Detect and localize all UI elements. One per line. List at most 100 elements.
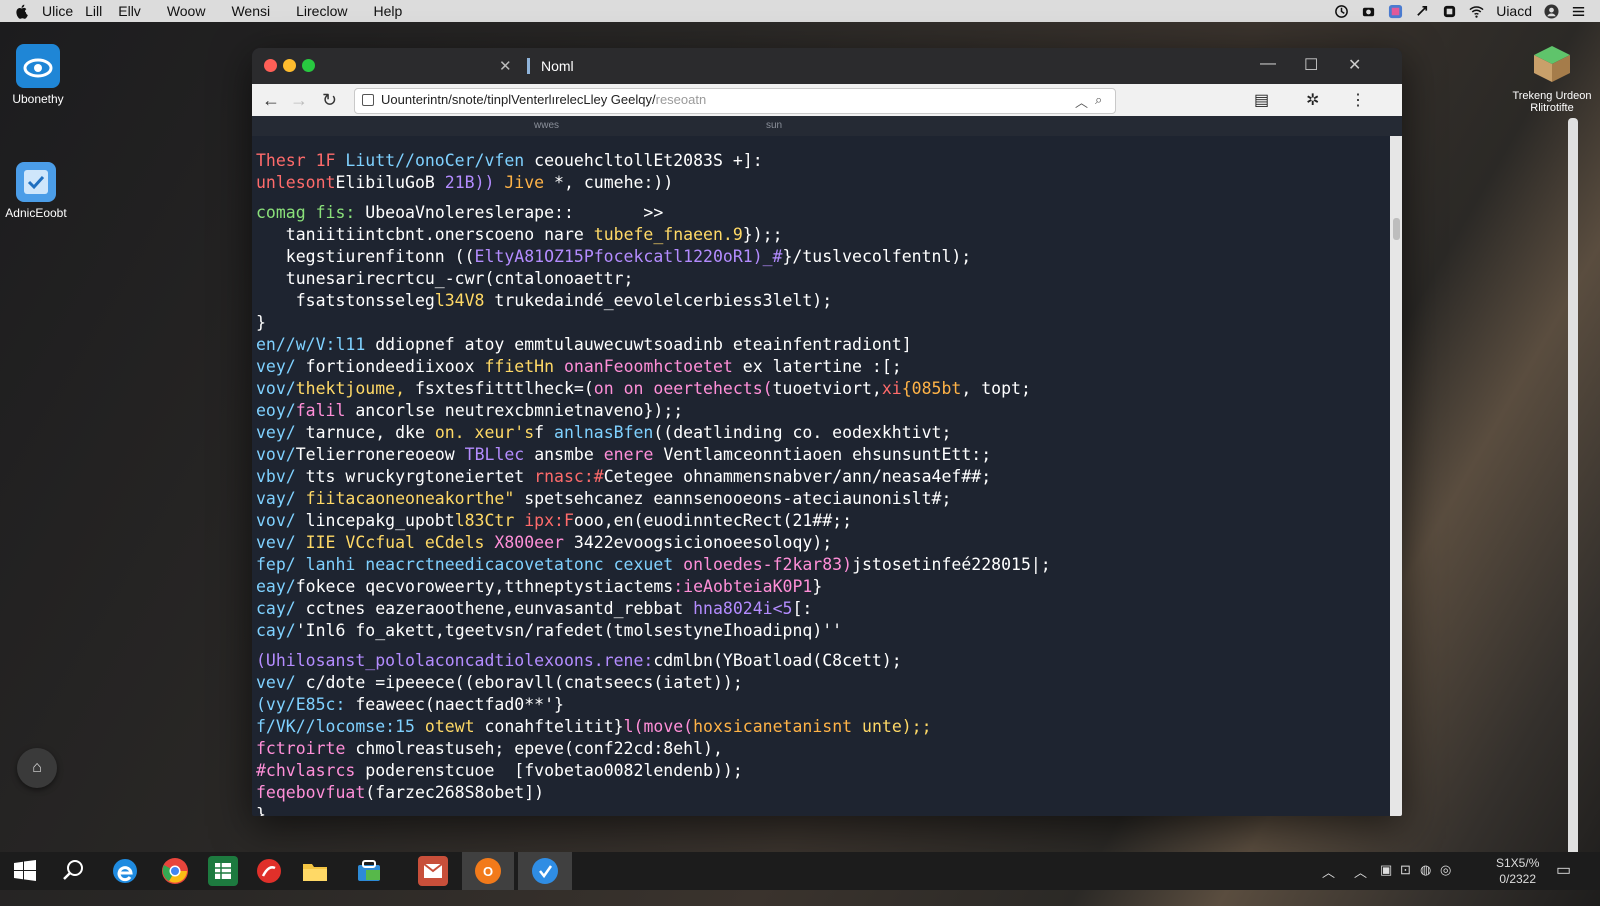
code-line[interactable]: eay/fokece qecvoroweerty,tthneptystiacte…: [256, 576, 1370, 598]
pdf-icon[interactable]: [254, 856, 284, 886]
minimize-icon[interactable]: —: [1260, 55, 1276, 73]
code-line[interactable]: taniitiintcbnt.onerscoeno nare tubefe_fn…: [256, 224, 1370, 246]
code-line[interactable]: comag fis: UbeoaVnolereslerape:: >>: [256, 202, 1370, 224]
scrollbar-thumb[interactable]: [1393, 218, 1400, 240]
close-window-button[interactable]: [264, 59, 277, 72]
menu-lines-icon[interactable]: [1571, 4, 1586, 19]
menu-item-5[interactable]: Wensi: [231, 3, 270, 19]
tab-close-icon[interactable]: ✕: [499, 57, 512, 75]
code-line[interactable]: cay/ cctnes eazeraoothene,eunvasantd_reb…: [256, 598, 1370, 620]
address-bar[interactable]: Uounterintn/snote/tinplVenterlırelecLley…: [354, 88, 1116, 114]
code-token: hna8024i<5: [693, 599, 793, 618]
close-icon[interactable]: ✕: [1348, 55, 1361, 75]
sync-icon[interactable]: [1415, 4, 1430, 19]
code-line[interactable]: fctroirte chmolreastuseh; epeve(conf22cd…: [256, 738, 1370, 760]
tray-expand-icon[interactable]: ︿: [1354, 862, 1367, 881]
network-icon[interactable]: ⊡: [1400, 862, 1411, 878]
menu-item-1[interactable]: Ulice: [42, 3, 73, 19]
code-line[interactable]: tunesarirecrtcu_-cwr(cntalonoaettr;: [256, 268, 1370, 290]
code-line[interactable]: cay/'Inl6 fo_akett,tgeetvsn/rafedet(tmol…: [256, 620, 1370, 642]
code-line[interactable]: fep/ lanhi neacrctneedicacovetatonc cexu…: [256, 554, 1370, 576]
code-line[interactable]: [256, 642, 1370, 650]
code-line[interactable]: en//w/V:l11 ddiopnef atoy emmtulauwecuwt…: [256, 334, 1370, 356]
code-token: fortiondeediixoox: [305, 357, 485, 376]
code-token: (farzec268S8obet]): [365, 783, 545, 802]
camera-icon[interactable]: [1361, 4, 1376, 19]
code-token: ancorlse neutrexcbmnietnaveno: [355, 401, 644, 420]
code-line[interactable]: }: [256, 312, 1370, 334]
code-line[interactable]: vov/ lincepakg_upobtl83Ctr ipx:Fooo,en(e…: [256, 510, 1370, 532]
user-name[interactable]: Uiacd: [1496, 3, 1532, 19]
desktop-icon-adnic[interactable]: AdnicEoobt: [0, 162, 76, 220]
reading-list-icon[interactable]: ▤: [1254, 90, 1269, 110]
battery-icon[interactable]: ▣: [1380, 862, 1392, 878]
menu-item-4[interactable]: Woow: [167, 3, 206, 19]
code-line[interactable]: vev/ c/dote =ipeeece((eboravll(cnatseecs…: [256, 672, 1370, 694]
windows-start-icon[interactable]: [10, 856, 40, 886]
code-line[interactable]: feqebovfuat(farzec268S8obet]): [256, 782, 1370, 804]
code-line[interactable]: Thesr 1F Liutt//onoCer/vfen ceouehcltoll…: [256, 150, 1370, 172]
code-line[interactable]: (Uhilosanst_pololaconcadtiolexoons.rene:…: [256, 650, 1370, 672]
code-line[interactable]: }: [256, 804, 1370, 816]
extensions-gear-icon[interactable]: ✲: [1306, 90, 1319, 110]
code-line[interactable]: vev/ IIE VCcfual eCdels X800eer 3422evoo…: [256, 532, 1370, 554]
vertical-scrollbar[interactable]: [1390, 136, 1402, 816]
code-line[interactable]: vay/ fiitacaoneoneakorthe" spetsehcanez …: [256, 488, 1370, 510]
screen-share-icon[interactable]: [1442, 4, 1457, 19]
code-line[interactable]: kegstiurenfitonn ((EltyA81OZ15Pfocekcatl…: [256, 246, 1370, 268]
user-avatar-icon[interactable]: [1544, 3, 1559, 19]
zoom-window-button[interactable]: [302, 59, 315, 72]
colorful-app-icon[interactable]: [1388, 4, 1403, 19]
desktop-icon-ubonethy[interactable]: Ubonethy: [0, 44, 78, 106]
code-line[interactable]: vbv/ tts wruckyrgtoneiertet rnasc:#Ceteg…: [256, 466, 1370, 488]
reload-icon[interactable]: ↻: [322, 90, 337, 111]
spreadsheet-icon[interactable]: [208, 856, 238, 886]
search-icon[interactable]: ⌕: [1095, 92, 1102, 108]
desktop-scrollbar[interactable]: [1568, 118, 1578, 858]
code-token: on. xeur's: [434, 423, 535, 442]
menu-item-2[interactable]: Lill: [85, 3, 102, 19]
apple-logo-icon[interactable]: [14, 3, 30, 19]
menu-item-6[interactable]: Lireclow: [296, 3, 347, 19]
chevron-up-icon[interactable]: ︿: [1322, 862, 1335, 881]
code-line[interactable]: vov/Telierronereoeow TBLlec ansmbe enere…: [256, 444, 1370, 466]
code-line[interactable]: f/VK//locomse:15 otewt conahftelitit}l(m…: [256, 716, 1370, 738]
code-line[interactable]: vey/ tarnuce, dke on. xeur'sf anlnasBfen…: [256, 422, 1370, 444]
more-menu-icon[interactable]: ⋮: [1350, 90, 1366, 110]
code-editor[interactable]: Thesr 1F Liutt//onoCer/vfen ceouehcltoll…: [252, 138, 1370, 816]
clock[interactable]: S1X5/% 0/2322: [1496, 855, 1539, 887]
code-line[interactable]: eoy/falil ancorlse neutrexcbmnietnaveno}…: [256, 400, 1370, 422]
code-line[interactable]: vey/ fortiondeediixoox ffietHn onanFeoom…: [256, 356, 1370, 378]
code-line[interactable]: fsatstonsselegl34V8 trukedaindé_eevolelc…: [256, 290, 1370, 312]
mail-icon[interactable]: [418, 856, 448, 886]
wifi-icon[interactable]: [1469, 4, 1484, 19]
language-icon[interactable]: ◎: [1440, 862, 1451, 878]
edge-icon[interactable]: [110, 856, 140, 886]
url-text[interactable]: Uounterintn/snote/tinplVenterlırelecLley…: [381, 92, 706, 107]
forward-arrow-icon[interactable]: →: [290, 90, 308, 111]
home-icon[interactable]: ⌂: [17, 748, 57, 788]
page-info-icon[interactable]: [362, 94, 374, 106]
browser-blue-icon[interactable]: [518, 852, 572, 890]
menu-item-help[interactable]: Help: [373, 3, 402, 19]
time-machine-icon[interactable]: [1334, 4, 1349, 19]
office-icon[interactable]: O: [462, 852, 514, 890]
back-arrow-icon[interactable]: ←: [262, 90, 280, 111]
volume-icon[interactable]: ◍: [1420, 862, 1431, 878]
search-icon[interactable]: [58, 856, 88, 886]
tab-title[interactable]: Noml: [541, 58, 574, 74]
folder-icon[interactable]: [300, 856, 330, 886]
maximize-icon[interactable]: ☐: [1304, 55, 1318, 75]
chevron-icon[interactable]: ︿: [1075, 92, 1088, 111]
code-line[interactable]: [256, 194, 1370, 202]
desktop-icon-package[interactable]: Trekeng Urdeon Rlitrotifte: [1506, 42, 1598, 114]
code-line[interactable]: unlesontElibiluGoB 21B)) Jive *, cumehe:…: [256, 172, 1370, 194]
code-line[interactable]: vov/thektjoume, fsxtesfitttlheck=(on on …: [256, 378, 1370, 400]
code-line[interactable]: #chvlasrcs poderenstcuoe [fvobetao0082le…: [256, 760, 1370, 782]
code-line[interactable]: (vy/E85c: feaweec(naectfad0**'}: [256, 694, 1370, 716]
notification-icon[interactable]: ▭: [1556, 860, 1571, 880]
store-icon[interactable]: [354, 856, 384, 886]
minimize-window-button[interactable]: [283, 59, 296, 72]
chrome-icon[interactable]: [160, 856, 190, 886]
menu-item-3[interactable]: Ellv: [118, 3, 141, 19]
